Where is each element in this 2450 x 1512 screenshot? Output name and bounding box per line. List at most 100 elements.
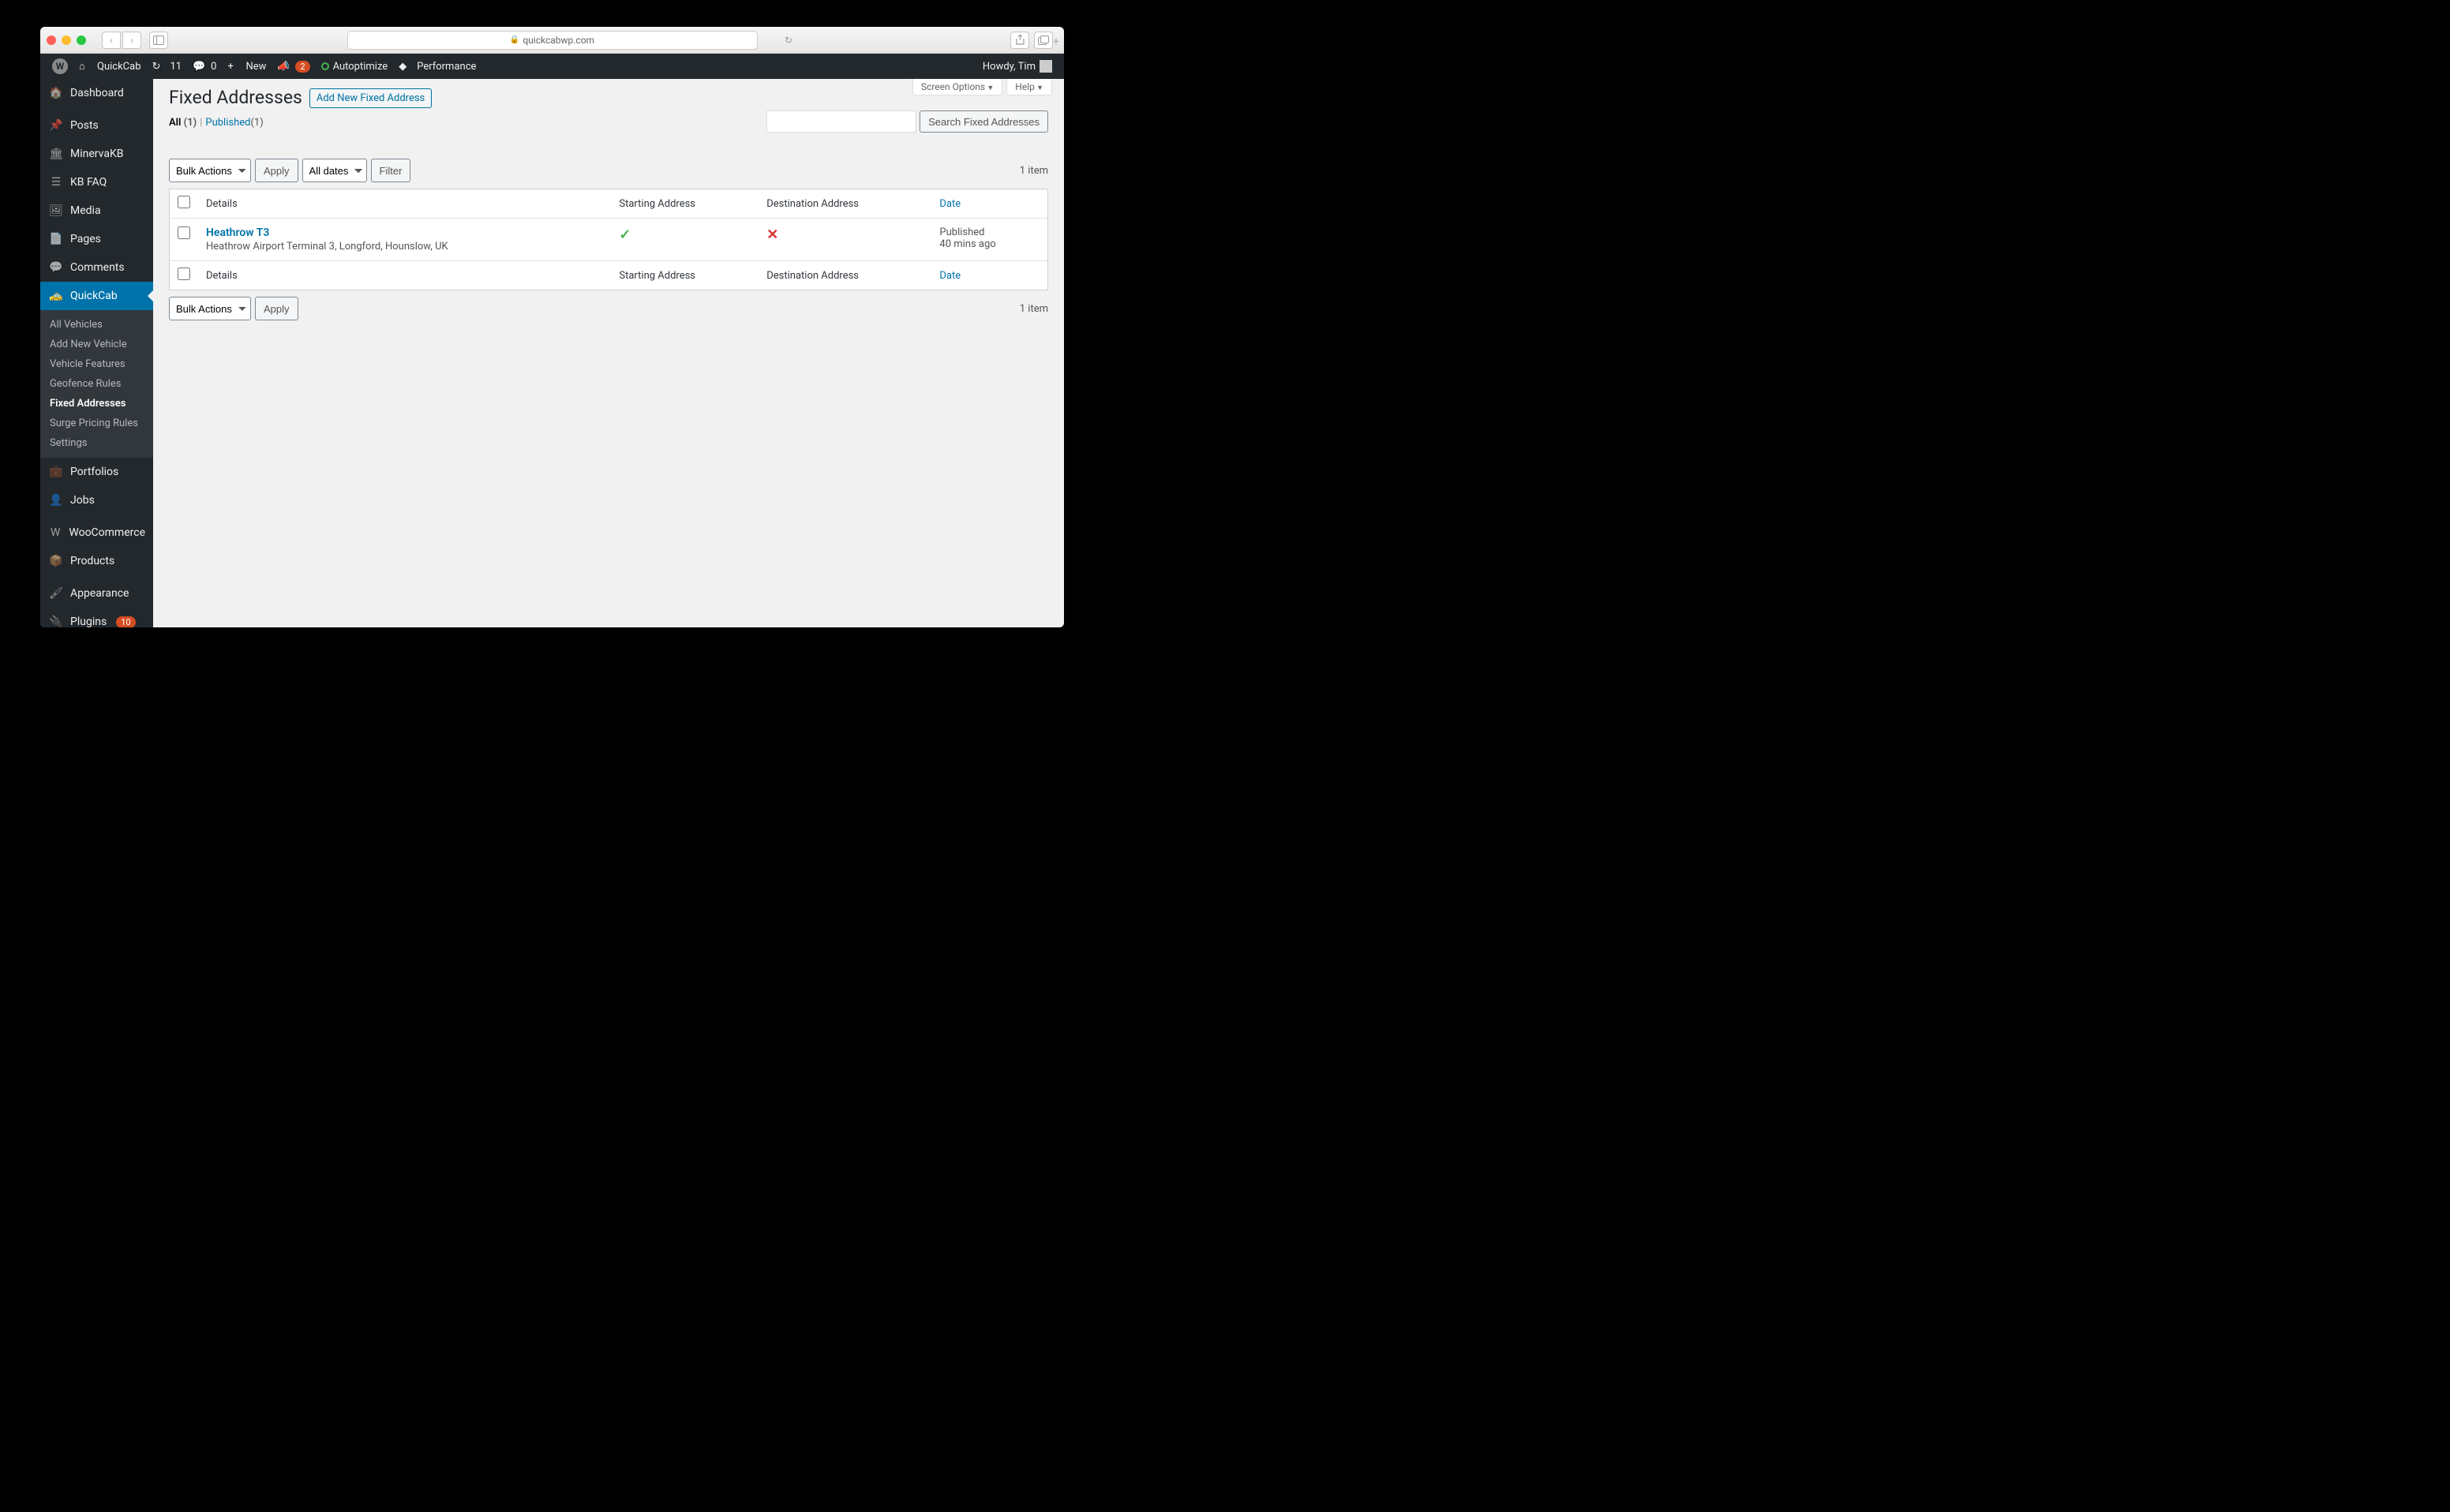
row-subtitle: Heathrow Airport Terminal 3, Longford, H… [206,241,603,253]
url-text: quickcabwp.com [523,35,594,46]
bulk-actions-select-bottom[interactable]: Bulk Actions [169,297,251,320]
performance-menu[interactable]: ◆Performance [393,54,481,79]
select-all-bottom[interactable] [178,268,190,280]
add-new-button[interactable]: Add New Fixed Address [309,88,432,108]
wordpress-icon: W [52,58,68,74]
plus-icon: + [227,61,242,73]
cross-icon: ✕ [766,226,778,243]
lock-icon: 🔒 [510,36,519,44]
tablenav-top: Bulk Actions Apply All dates Filter 1 it… [169,159,1048,182]
sidebar-item-dashboard[interactable]: 🏠Dashboard [40,79,153,107]
home-icon: ⌂ [79,60,93,73]
book-icon: 🏛 [48,146,64,162]
apply-button-top[interactable]: Apply [255,159,298,182]
sidebar-item-plugins[interactable]: 🔌Plugins10 [40,608,153,627]
sidebar-item-portfolios[interactable]: 💼Portfolios [40,458,153,486]
row-status: Published [939,226,1040,238]
products-icon: 📦 [48,553,64,569]
sidebar-item-comments[interactable]: 💬Comments [40,253,153,282]
new-tab-button[interactable]: + [1053,36,1062,45]
wp-body: 🏠Dashboard 📌Posts 🏛MinervaKB ☰KB FAQ 🖼Me… [40,79,1064,627]
browser-window: ‹ › 🔒 quickcabwp.com ↻ + W ⌂QuickCab ↻11… [40,27,1064,627]
row-title-link[interactable]: Heathrow T3 [206,226,269,239]
pages-icon: 📄 [48,231,64,247]
jobs-icon: 👤 [48,492,64,508]
reload-button[interactable]: ↻ [785,35,792,46]
filter-all[interactable]: All (1) [169,117,197,129]
select-all-top[interactable] [178,196,190,208]
plugins-count-badge: 10 [116,616,135,628]
search-input[interactable] [766,110,916,133]
forward-button[interactable]: › [122,32,141,49]
col-date[interactable]: Date [931,189,1047,219]
sidebar-toggle-button[interactable] [149,32,168,49]
tablenav-bottom: Bulk Actions Apply 1 item [169,297,1048,320]
woocommerce-icon: W [48,525,62,541]
sidebar-item-posts[interactable]: 📌Posts [40,111,153,140]
search-box: Search Fixed Addresses [766,110,1048,133]
updates-menu[interactable]: ↻11 [147,54,188,79]
submenu-vehicle-features[interactable]: Vehicle Features [40,354,153,374]
comment-icon: 💬 [193,61,207,73]
help-button[interactable]: Help [1006,79,1052,95]
date-filter-select[interactable]: All dates [302,159,367,182]
updates-icon: ↻ [152,61,167,73]
sidebar-item-pages[interactable]: 📄Pages [40,225,153,253]
admin-sidebar: 🏠Dashboard 📌Posts 🏛MinervaKB ☰KB FAQ 🖼Me… [40,79,153,627]
search-submit-button[interactable]: Search Fixed Addresses [920,110,1048,133]
url-bar[interactable]: 🔒 quickcabwp.com [347,31,758,50]
wp-logo-menu[interactable]: W [47,54,73,79]
filter-published[interactable]: Published [205,117,250,129]
submenu-surge-pricing[interactable]: Surge Pricing Rules [40,414,153,433]
megaphone-icon: 📣 [277,61,291,73]
col-destination-foot: Destination Address [759,261,931,290]
bulk-actions-select-top[interactable]: Bulk Actions [169,159,251,182]
minimize-window-button[interactable] [62,36,71,45]
submenu-geofence-rules[interactable]: Geofence Rules [40,374,153,394]
notification-menu[interactable]: 📣2 [272,54,315,79]
page-title: Fixed Addresses [169,87,302,108]
autoptimize-menu[interactable]: Autoptimize [316,54,394,79]
my-account-menu[interactable]: Howdy, Tim [977,54,1058,79]
appearance-icon: 🖌 [48,586,64,601]
sidebar-item-kbfaq[interactable]: ☰KB FAQ [40,168,153,196]
close-window-button[interactable] [47,36,56,45]
item-count-top: 1 item [1020,165,1048,177]
sidebar-item-products[interactable]: 📦Products [40,547,153,575]
col-date-foot[interactable]: Date [931,261,1047,290]
sidebar-item-quickcab[interactable]: 🚕QuickCab [40,282,153,310]
share-button[interactable] [1010,32,1029,49]
fixed-addresses-table: Details Starting Address Destination Add… [169,189,1048,290]
status-circle-icon [321,62,329,70]
back-button[interactable]: ‹ [102,32,121,49]
submenu-add-vehicle[interactable]: Add New Vehicle [40,335,153,354]
sidebar-item-appearance[interactable]: 🖌Appearance [40,579,153,608]
col-details-foot: Details [198,261,611,290]
sidebar-item-woocommerce[interactable]: WWooCommerce [40,518,153,547]
site-name-menu[interactable]: ⌂QuickCab [73,54,147,79]
tabs-button[interactable] [1034,32,1053,49]
quickcab-submenu: All Vehicles Add New Vehicle Vehicle Fea… [40,310,153,458]
sidebar-item-minervakb[interactable]: 🏛MinervaKB [40,140,153,168]
comments-menu[interactable]: 💬0 [187,54,222,79]
main-content: Screen Options Help Fixed Addresses Add … [153,79,1064,627]
screen-options-button[interactable]: Screen Options [912,79,1002,95]
browser-titlebar: ‹ › 🔒 quickcabwp.com ↻ + [40,27,1064,54]
comments-icon: 💬 [48,260,64,275]
plugins-icon: 🔌 [48,614,64,627]
col-destination: Destination Address [759,189,931,219]
quickcab-icon: 🚕 [48,288,64,304]
filter-button[interactable]: Filter [371,159,411,182]
row-checkbox[interactable] [178,226,190,239]
sidebar-item-media[interactable]: 🖼Media [40,196,153,225]
maximize-window-button[interactable] [77,36,86,45]
apply-button-bottom[interactable]: Apply [255,297,298,320]
submenu-settings[interactable]: Settings [40,433,153,453]
new-content-menu[interactable]: +New [222,54,272,79]
table-row: Heathrow T3 Heathrow Airport Terminal 3,… [170,219,1048,261]
screen-meta-links: Screen Options Help [912,79,1052,95]
submenu-all-vehicles[interactable]: All Vehicles [40,315,153,335]
submenu-fixed-addresses[interactable]: Fixed Addresses [40,394,153,414]
sidebar-item-jobs[interactable]: 👤Jobs [40,486,153,515]
col-starting-foot: Starting Address [611,261,759,290]
